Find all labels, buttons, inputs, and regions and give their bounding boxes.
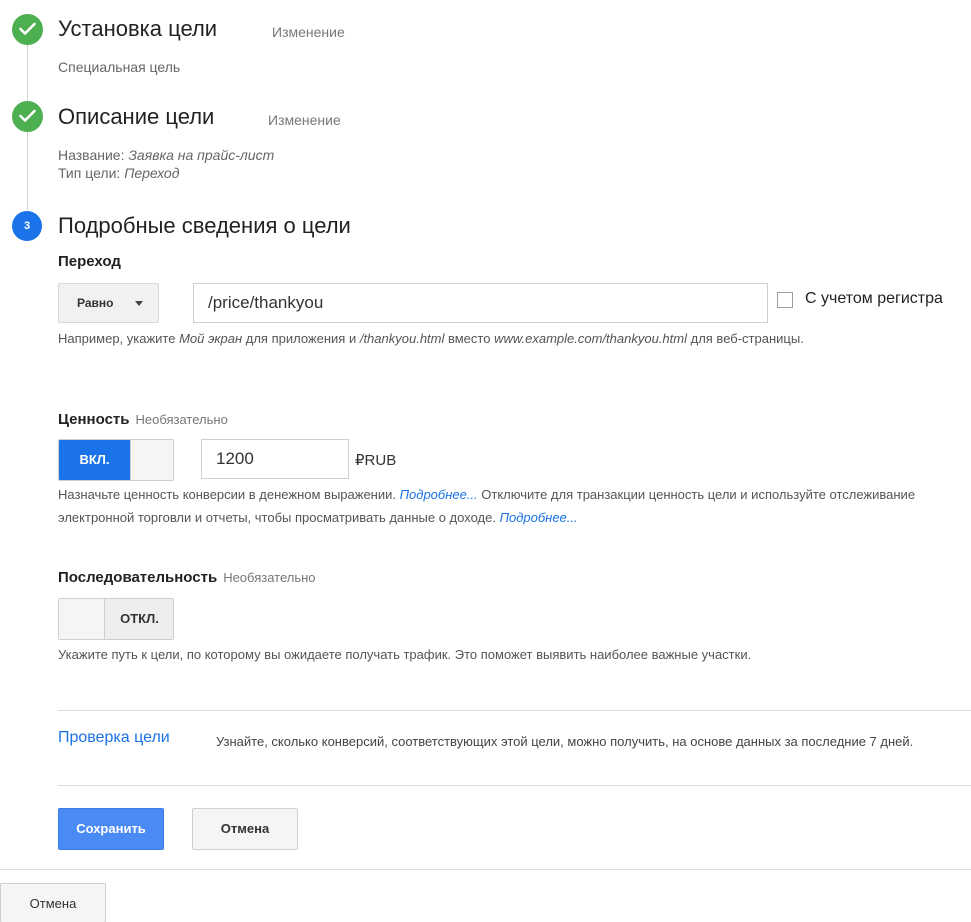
value-toggle-knob [130, 440, 173, 480]
goal-type-label: Тип цели: [58, 165, 125, 181]
step-2-edit-link[interactable]: Изменение [268, 112, 341, 128]
value-toggle[interactable]: ВКЛ. [58, 439, 174, 481]
destination-label: Переход [58, 253, 121, 270]
currency-label: ₽RUB [355, 452, 397, 469]
step-1-summary: Специальная цель [58, 59, 181, 75]
match-type-value: Равно [77, 296, 114, 310]
step-3-number-badge: 3 [12, 211, 42, 241]
funnel-help-text: Укажите путь к цели, по которому вы ожид… [58, 647, 752, 662]
check-circle-icon [12, 14, 43, 45]
value-label-text: Ценность [58, 411, 130, 428]
step-2-goal-type: Тип цели: Переход [58, 164, 179, 182]
value-optional-hint: Необязательно [135, 412, 228, 427]
destination-url-input[interactable]: /price/thankyou [193, 283, 768, 323]
destination-help-text: Например, укажите Мой экран для приложен… [58, 331, 804, 346]
value-toggle-on-label: ВКЛ. [59, 440, 130, 480]
step-2-title: Описание цели [58, 104, 215, 129]
value-help-text: Назначьте ценность конверсии в денежном … [58, 487, 916, 525]
funnel-toggle[interactable]: ОТКЛ. [58, 598, 174, 640]
funnel-toggle-off-label: ОТКЛ. [105, 599, 173, 639]
divider [0, 869, 971, 870]
verify-goal-link[interactable]: Проверка цели [58, 729, 170, 747]
match-type-dropdown[interactable]: Равно [58, 283, 159, 323]
goal-name-value: Заявка на прайс-лист [128, 147, 275, 163]
value-amount-input[interactable]: 1200 [201, 439, 349, 479]
funnel-label: Последовательность Необязательно [58, 569, 316, 586]
value-label: Ценность Необязательно [58, 411, 228, 428]
verify-goal-description: Узнайте, сколько конверсий, соответствую… [216, 734, 914, 749]
funnel-label-text: Последовательность [58, 569, 218, 586]
case-sensitive-label: С учетом регистра [805, 290, 943, 307]
save-button[interactable]: Сохранить [58, 808, 164, 850]
divider [58, 785, 971, 786]
cancel-button[interactable]: Отмена [192, 808, 298, 850]
step-2-goal-name: Название: Заявка на прайс-лист [58, 146, 274, 164]
step-1-title: Установка цели [58, 16, 218, 41]
step-1-edit-link[interactable]: Изменение [272, 24, 345, 40]
divider [58, 710, 971, 711]
value-learn-more-link-1[interactable]: Подробнее... [400, 487, 478, 502]
funnel-toggle-knob [59, 599, 105, 639]
chevron-down-icon [135, 301, 143, 306]
case-sensitive-checkbox[interactable] [777, 292, 793, 308]
goal-name-label: Название: [58, 147, 129, 163]
value-learn-more-link-2[interactable]: Подробнее... [500, 510, 578, 525]
step-3-title: Подробные сведения о цели [58, 213, 351, 238]
cancel-goal-button[interactable]: Отмена [0, 883, 106, 922]
funnel-optional-hint: Необязательно [223, 570, 316, 585]
check-circle-icon [12, 101, 43, 132]
goal-type-value: Переход [124, 165, 180, 181]
